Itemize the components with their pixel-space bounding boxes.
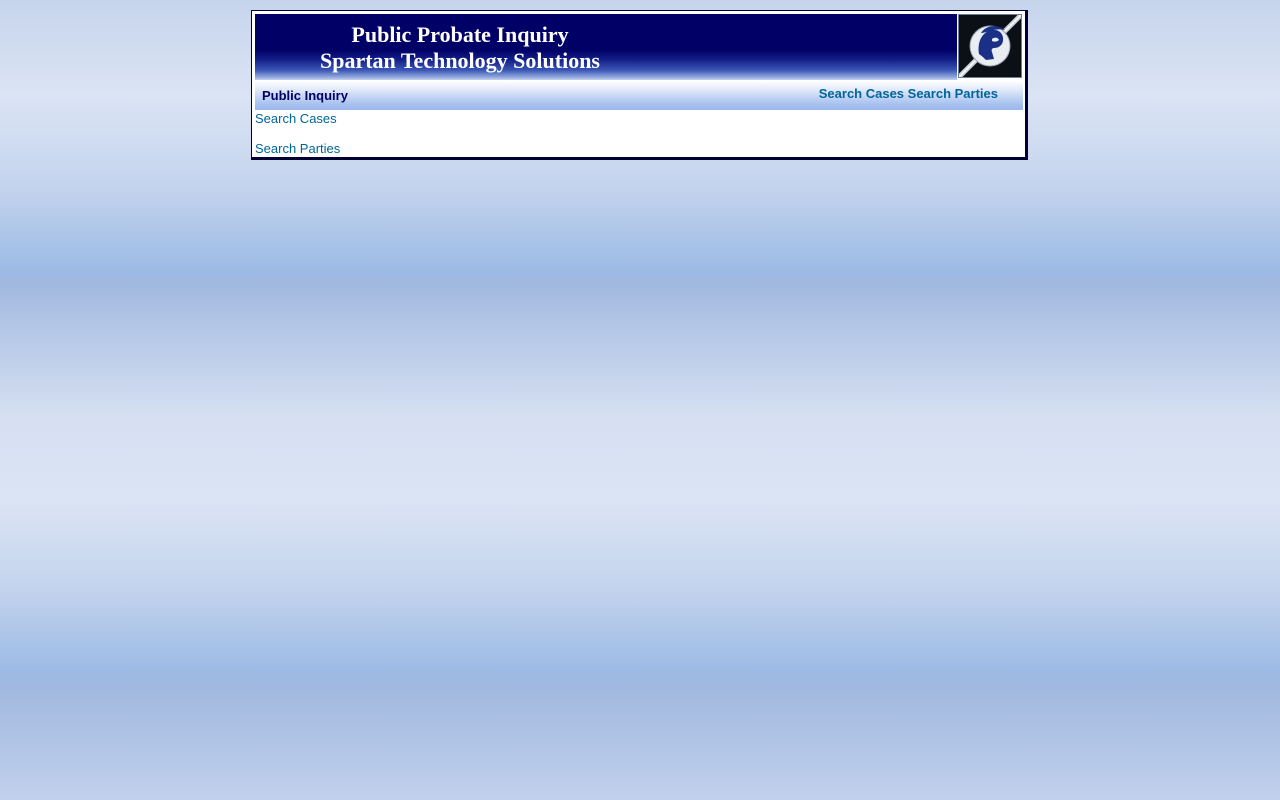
banner-title-line2: Spartan Technology Solutions <box>320 48 600 73</box>
page-title: Public Inquiry <box>262 88 348 103</box>
banner-title-line1: Public Probate Inquiry <box>351 22 569 47</box>
header-banner: Public Probate Inquiry Spartan Technolog… <box>255 14 957 80</box>
search-parties-link[interactable]: Search Parties <box>255 141 340 156</box>
nav-search-parties-link[interactable]: Search Parties <box>908 86 998 101</box>
nav-search-cases-link[interactable]: Search Cases <box>819 86 904 101</box>
nav-links: Search Cases Search Parties <box>819 86 998 101</box>
main-panel: Public Probate Inquiry Spartan Technolog… <box>251 10 1028 160</box>
search-cases-link[interactable]: Search Cases <box>255 111 337 126</box>
spartan-helmet-icon <box>958 14 1022 78</box>
nav-bar: Public Inquiry Search Cases Search Parti… <box>255 81 1023 110</box>
